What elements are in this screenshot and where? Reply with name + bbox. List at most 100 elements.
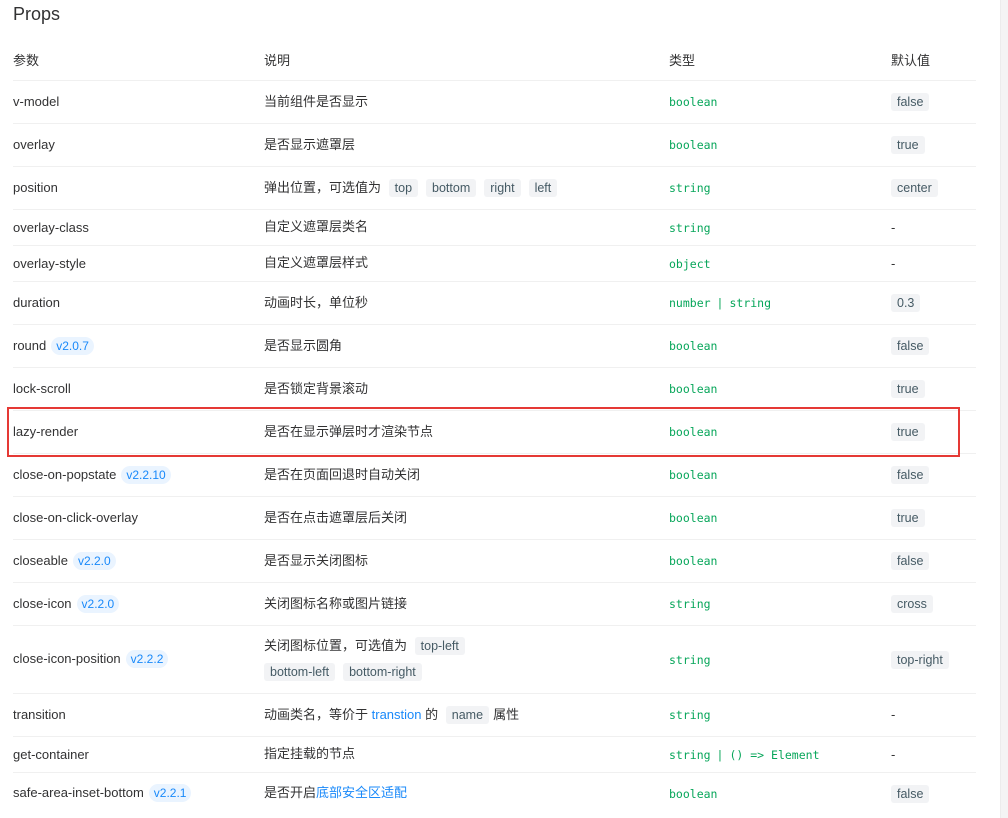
table-row: close-on-click-overlay 是否在点击遮罩层后关闭 boole… bbox=[13, 496, 976, 540]
vertical-scrollbar[interactable] bbox=[1000, 0, 1008, 818]
prop-type: boolean bbox=[669, 95, 718, 109]
table-row: close-icon-position v2.2.2 关闭图标位置，可选值为 to… bbox=[13, 625, 976, 694]
table-row: duration 动画时长，单位秒 number | string 0.3 bbox=[13, 281, 976, 325]
safe-area-link[interactable]: 底部安全区适配 bbox=[316, 785, 407, 800]
prop-desc: 动画时长，单位秒 bbox=[264, 281, 669, 325]
prop-type: string bbox=[669, 747, 711, 762]
prop-name: close-on-popstate v2.2.10 bbox=[13, 453, 264, 497]
prop-desc: 关闭图标名称或图片链接 bbox=[264, 582, 669, 626]
prop-type: number bbox=[669, 296, 711, 310]
option-code: right bbox=[484, 178, 521, 197]
table-row: lock-scroll 是否锁定背景滚动 boolean true bbox=[13, 367, 976, 411]
desc-text: 是否开启 bbox=[264, 785, 317, 801]
table-row: overlay-style 自定义遮罩层样式 object - bbox=[13, 245, 976, 282]
header-type: 类型 bbox=[669, 40, 891, 81]
prop-desc: 动画类名，等价于 transtion 的 name 属性 bbox=[264, 693, 669, 737]
prop-type: boolean bbox=[669, 511, 718, 525]
prop-name-text: close-icon bbox=[13, 595, 72, 611]
option-code: bottom bbox=[426, 178, 477, 197]
prop-name-text: closeable bbox=[13, 552, 68, 568]
prop-type: boolean bbox=[669, 786, 718, 801]
prop-name: transition bbox=[13, 693, 264, 737]
prop-desc: 是否开启底部安全区适配 bbox=[264, 772, 669, 814]
prop-type: string bbox=[669, 181, 711, 195]
prop-desc: 当前组件是否显示 bbox=[264, 80, 669, 124]
table-row: lazy-render 是否在显示弹层时才渲染节点 boolean true bbox=[13, 410, 976, 454]
prop-default: false bbox=[891, 337, 930, 355]
prop-default: false bbox=[891, 93, 930, 111]
prop-default: true bbox=[891, 136, 925, 154]
option-code: top-left bbox=[414, 637, 465, 655]
option-code: left bbox=[528, 178, 558, 197]
prop-name: lazy-render bbox=[13, 410, 264, 454]
transition-link[interactable]: transtion bbox=[372, 707, 422, 722]
table-row: overlay 是否显示遮罩层 boolean true bbox=[13, 123, 976, 167]
prop-desc: 是否锁定背景滚动 bbox=[264, 367, 669, 411]
prop-default: false bbox=[891, 784, 930, 803]
prop-default: top-right bbox=[891, 650, 949, 669]
table-header-row: 参数 说明 类型 默认值 bbox=[13, 40, 976, 81]
prop-name: position bbox=[13, 166, 264, 210]
desc-text: 关闭图标位置，可选值为 bbox=[264, 638, 408, 653]
desc-text: 属性 bbox=[493, 706, 520, 722]
prop-desc: 是否显示圆角 bbox=[264, 324, 669, 368]
props-table: 参数 说明 类型 默认值 v-model 当前组件是否显示 boolean fa… bbox=[13, 40, 976, 814]
prop-default: center bbox=[891, 179, 938, 197]
prop-name: get-container bbox=[13, 736, 264, 773]
prop-name: close-icon-position v2.2.2 bbox=[13, 625, 264, 694]
prop-type: boolean bbox=[669, 425, 718, 439]
type-separator: | bbox=[716, 747, 724, 762]
header-param: 参数 bbox=[13, 40, 264, 81]
table-row: round v2.0.7 是否显示圆角 boolean false bbox=[13, 324, 976, 368]
prop-name-text: safe-area-inset-bottom bbox=[13, 785, 144, 801]
header-desc: 说明 bbox=[264, 40, 669, 81]
prop-type: boolean bbox=[669, 339, 718, 353]
prop-name: overlay-class bbox=[13, 209, 264, 246]
prop-desc: 是否显示遮罩层 bbox=[264, 123, 669, 167]
option-code: top bbox=[388, 178, 419, 197]
desc-text: 动画类名，等价于 bbox=[264, 706, 369, 722]
table-row: transition 动画类名，等价于 transtion 的 name 属性 s… bbox=[13, 693, 976, 737]
version-badge: v2.2.2 bbox=[125, 650, 169, 668]
prop-default: - bbox=[891, 219, 896, 235]
table-row: position 弹出位置，可选值为 top bottom right left st… bbox=[13, 166, 976, 210]
prop-name: closeable v2.2.0 bbox=[13, 539, 264, 583]
prop-name-text: round bbox=[13, 337, 47, 353]
table-row: closeable v2.2.0 是否显示关闭图标 boolean false bbox=[13, 539, 976, 583]
prop-type: boolean bbox=[669, 138, 718, 152]
prop-name: overlay-style bbox=[13, 245, 264, 282]
prop-desc: 是否显示关闭图标 bbox=[264, 539, 669, 583]
name-code: name bbox=[445, 705, 490, 724]
option-code: bottom-right bbox=[343, 663, 422, 681]
prop-name: overlay bbox=[13, 123, 264, 167]
prop-default: - bbox=[891, 746, 896, 762]
prop-type: string bbox=[729, 296, 772, 310]
header-default: 默认值 bbox=[891, 40, 976, 81]
prop-name: duration bbox=[13, 281, 264, 325]
version-badge: v2.2.0 bbox=[76, 594, 120, 613]
table-row: safe-area-inset-bottom v2.2.1 是否开启底部安全区适配… bbox=[13, 772, 976, 814]
version-badge: v2.2.0 bbox=[72, 551, 116, 570]
option-code: bottom-left bbox=[264, 663, 336, 681]
prop-name: lock-scroll bbox=[13, 367, 264, 411]
prop-default: 0.3 bbox=[891, 294, 921, 312]
prop-name: v-model bbox=[13, 80, 264, 124]
prop-desc: 关闭图标位置，可选值为 top-left bottom-left bottom-ri… bbox=[264, 625, 669, 694]
prop-type: boolean bbox=[669, 382, 718, 396]
table-row: overlay-class 自定义遮罩层类名 string - bbox=[13, 209, 976, 246]
version-badge: v2.0.7 bbox=[51, 336, 94, 355]
prop-desc: 弹出位置，可选值为 top bottom right left bbox=[264, 166, 669, 210]
prop-default: - bbox=[891, 255, 896, 271]
prop-type: string bbox=[669, 220, 711, 235]
prop-default: false bbox=[891, 552, 930, 570]
prop-type: object bbox=[669, 256, 711, 271]
prop-desc: 自定义遮罩层样式 bbox=[264, 245, 669, 282]
prop-name: safe-area-inset-bottom v2.2.1 bbox=[13, 772, 264, 814]
type-separator: | bbox=[716, 296, 724, 310]
prop-name-text: close-icon-position bbox=[13, 651, 121, 666]
prop-default: true bbox=[891, 509, 925, 527]
prop-default: - bbox=[891, 707, 896, 722]
prop-name: close-icon v2.2.0 bbox=[13, 582, 264, 626]
prop-desc: 是否在显示弹层时才渲染节点 bbox=[264, 410, 669, 454]
desc-text: 弹出位置，可选值为 bbox=[264, 179, 382, 195]
